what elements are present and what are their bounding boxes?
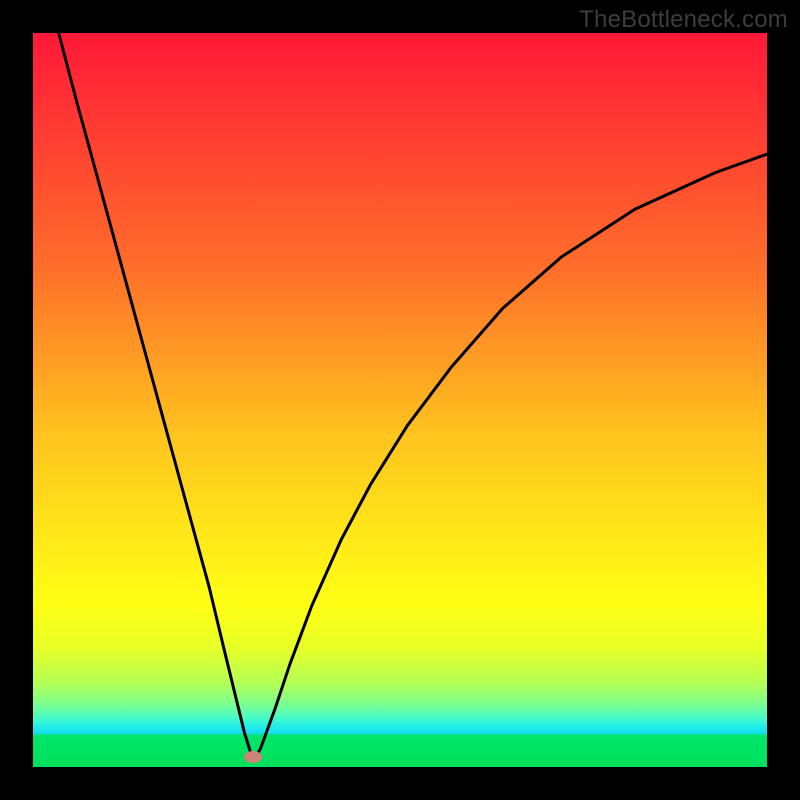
watermark-text: TheBottleneck.com	[579, 6, 788, 34]
bottleneck-curve	[33, 33, 767, 767]
optimal-marker-icon	[244, 751, 262, 763]
chart-frame: TheBottleneck.com	[0, 0, 800, 800]
plot-area	[33, 33, 767, 767]
